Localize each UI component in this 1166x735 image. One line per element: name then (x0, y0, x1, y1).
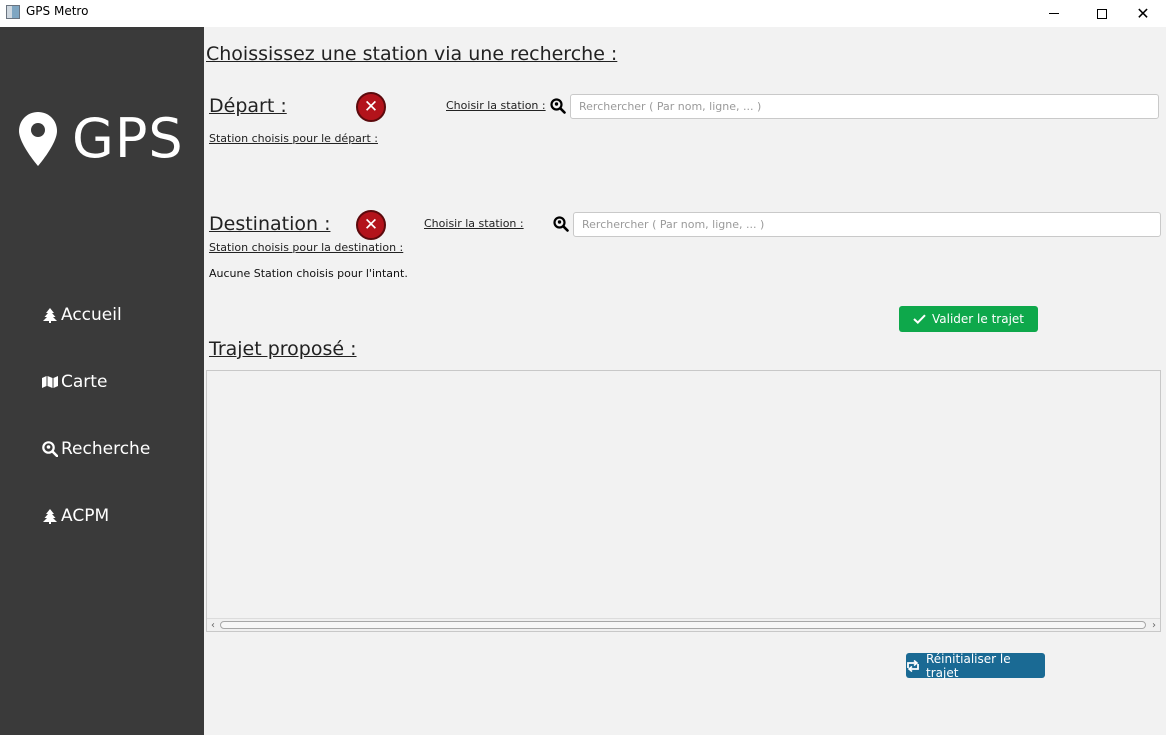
map-icon (42, 374, 58, 390)
close-icon: ✕ (1136, 3, 1150, 23)
scroll-left-icon[interactable]: ‹ (207, 619, 219, 631)
sidebar-item-label: ACPM (61, 506, 110, 526)
choose-station-label: Choisir la station : (424, 217, 524, 230)
sidebar-item-label: Accueil (61, 305, 122, 325)
reset-route-label: Réinitialiser le trajet (926, 651, 1011, 680)
retweet-icon (906, 659, 920, 672)
sidebar-item-label: Carte (61, 372, 108, 392)
sidebar: GPS Accueil Carte Recherche ACPM (0, 27, 204, 735)
page-title: Choississez une station via une recherch… (206, 43, 618, 65)
logo: GPS (18, 107, 184, 170)
search-location-icon (553, 216, 569, 232)
map-marker-icon (19, 111, 57, 166)
error-icon: ✕ (356, 210, 386, 240)
route-label: Trajet proposé : (209, 338, 357, 360)
search-location-icon (550, 98, 566, 114)
minimize-icon (1049, 13, 1059, 14)
minimize-button[interactable] (1031, 0, 1077, 27)
destination-label: Destination : (209, 213, 331, 235)
scroll-right-icon[interactable]: › (1148, 619, 1160, 631)
validate-route-button[interactable]: Valider le trajet (899, 306, 1038, 332)
search-location-icon (42, 441, 58, 457)
sidebar-item-recherche[interactable]: Recherche (42, 439, 150, 459)
destination-chosen-label: Station choisis pour la destination : (209, 241, 404, 254)
choose-station-label: Choisir la station : (446, 99, 546, 112)
maximize-button[interactable] (1079, 0, 1125, 27)
depart-search-input[interactable] (570, 94, 1159, 119)
validate-route-label: Valider le trajet (932, 312, 1024, 326)
check-icon (913, 314, 926, 324)
maximize-icon (1097, 8, 1107, 19)
tree-icon (42, 307, 58, 323)
logo-text: GPS (72, 107, 184, 170)
destination-search-input[interactable] (573, 212, 1161, 237)
sidebar-item-label: Recherche (61, 439, 151, 459)
close-button[interactable]: ✕ (1120, 0, 1166, 27)
route-list[interactable]: ‹ › (206, 370, 1161, 632)
window-titlebar: GPS Metro ✕ (0, 0, 1166, 27)
app-window-icon (6, 5, 20, 19)
depart-chosen-label: Station choisis pour le départ : (209, 132, 378, 145)
sidebar-item-carte[interactable]: Carte (42, 372, 107, 392)
horizontal-scrollbar[interactable]: ‹ › (207, 618, 1160, 631)
scrollbar-thumb[interactable] (220, 621, 1146, 629)
sidebar-item-accueil[interactable]: Accueil (42, 305, 122, 325)
error-icon: ✕ (356, 92, 386, 122)
main-content: Choississez une station via une recherch… (204, 27, 1166, 735)
window-title: GPS Metro (26, 4, 89, 18)
tree-icon (42, 508, 58, 524)
sidebar-item-acpm[interactable]: ACPM (42, 506, 109, 526)
reset-route-button[interactable]: Réinitialiser le trajet (906, 651, 1045, 680)
destination-chosen-value: Aucune Station choisis pour l'intant. (209, 267, 408, 280)
depart-label: Départ : (209, 95, 287, 117)
